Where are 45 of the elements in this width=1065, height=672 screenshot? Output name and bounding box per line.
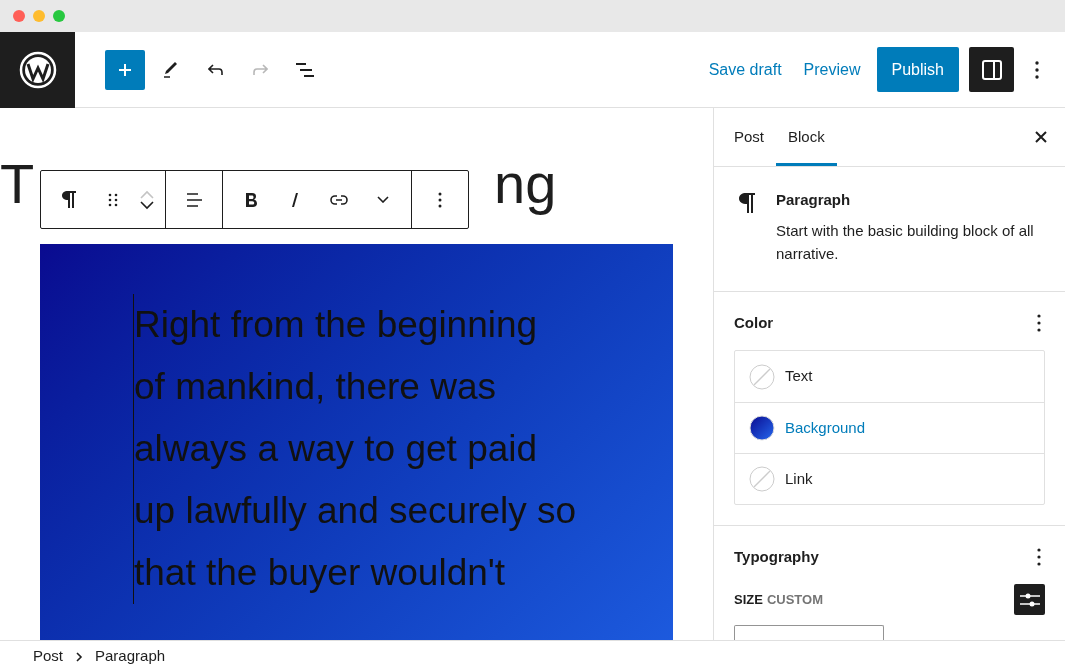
post-title-fragment[interactable]: ng [494, 152, 557, 216]
more-options-icon [1037, 314, 1041, 332]
link-icon [330, 194, 348, 205]
paragraph-icon [62, 191, 76, 208]
site-logo-button[interactable] [0, 31, 75, 108]
more-options-icon [1034, 60, 1039, 79]
color-setting-item[interactable]: Background [735, 402, 1044, 453]
header-link[interactable]: Save draft [702, 47, 788, 92]
empty-swatch-icon [749, 466, 775, 492]
drag-handle-icon [108, 192, 118, 207]
wordpress-logo-icon [18, 50, 57, 89]
panel-title: Typography [734, 546, 819, 567]
breadcrumb-link[interactable]: Post [33, 645, 63, 668]
add-block-button[interactable] [105, 49, 145, 90]
italic-icon [292, 192, 298, 207]
post-title-fragment[interactable]: T [0, 152, 35, 216]
chevron-down-icon [377, 196, 389, 203]
chevron-up-icon [139, 189, 155, 199]
sidebar-icon [980, 58, 1003, 81]
sidebar-tab[interactable]: Post [722, 108, 776, 166]
panel-title: Color [734, 312, 774, 333]
empty-swatch-icon [749, 363, 775, 390]
breadcrumb-link[interactable]: Paragraph [95, 645, 166, 668]
align-left-icon [186, 192, 202, 207]
block-name: Paragraph [776, 191, 852, 209]
chevron-right-icon [75, 650, 83, 663]
custom-size-button[interactable] [1014, 584, 1045, 615]
color-setting-item[interactable]: Text [735, 351, 1044, 402]
more-options-icon [438, 191, 442, 208]
settings-toggle-button[interactable] [969, 47, 1014, 92]
size-value: CUSTOM [766, 590, 823, 609]
close-icon [1035, 131, 1047, 143]
more-options-icon [1037, 548, 1041, 566]
color-swatch [749, 415, 775, 441]
size-label: SIZE [734, 590, 763, 609]
chevron-down-icon [139, 200, 155, 210]
sliders-icon [1019, 591, 1040, 608]
publish-button[interactable]: Publish [876, 47, 959, 92]
color-setting-item[interactable]: Link [735, 453, 1044, 504]
sidebar-tab[interactable]: Block [776, 108, 837, 166]
header-link[interactable]: Preview [797, 47, 867, 92]
paragraph-icon [738, 192, 756, 214]
move-down-button[interactable] [139, 200, 155, 210]
block-description: Start with the basic building block of all narrative. [776, 221, 1035, 264]
bold-icon [245, 192, 257, 207]
